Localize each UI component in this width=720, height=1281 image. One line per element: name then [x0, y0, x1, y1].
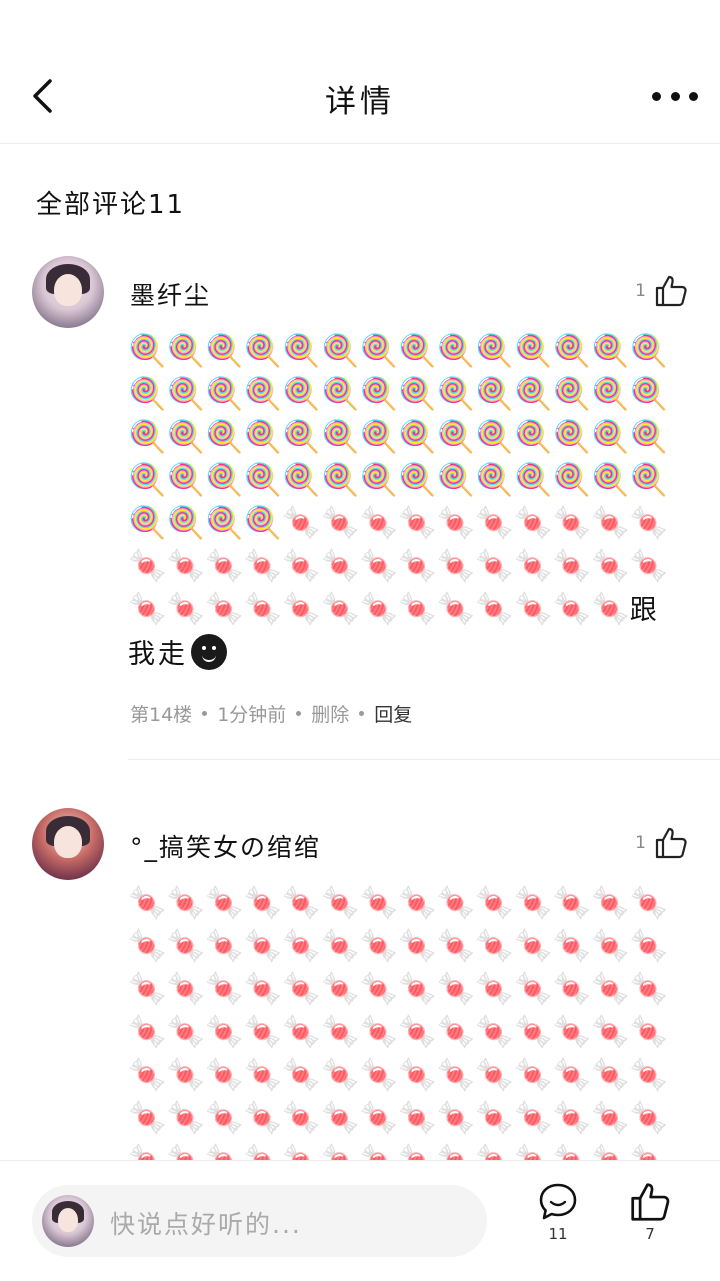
avatar — [42, 1195, 94, 1247]
comment-username[interactable]: 墨纤尘 — [130, 276, 211, 312]
thumbs-up-icon — [655, 275, 687, 307]
separator-dot — [202, 711, 208, 716]
more-dot-icon — [652, 91, 661, 101]
comments-button[interactable]: 11 — [528, 1181, 588, 1243]
floor-number: 第14楼 — [130, 704, 193, 726]
comment-content: 🍬🍬🍬🍬🍬🍬🍬🍬🍬🍬🍬🍬🍬🍬🍬🍬🍬🍬🍬🍬🍬🍬🍬🍬🍬🍬🍬🍬🍬🍬🍬🍬🍬🍬🍬🍬🍬🍬🍬🍬… — [128, 882, 688, 1160]
separator-dot — [296, 711, 302, 716]
like-button[interactable]: 7 — [620, 1181, 680, 1243]
thumbs-up-icon — [655, 827, 687, 859]
reply-button[interactable]: 回复 — [374, 700, 412, 727]
delete-button[interactable]: 删除 — [311, 700, 349, 727]
candy-emoji-run: 🍬🍬🍬🍬🍬🍬🍬🍬🍬🍬🍬🍬🍬🍬🍬🍬🍬🍬🍬🍬🍬🍬🍬🍬🍬🍬🍬🍬🍬🍬🍬🍬🍬🍬🍬🍬🍬🍬🍬🍬… — [128, 885, 669, 1160]
bottom-comment-bar: 快说点好听的... 11 7 — [0, 1160, 720, 1281]
comment-username[interactable]: °_搞笑女の绾绾 — [130, 828, 321, 864]
thumbs-up-icon — [631, 1183, 670, 1221]
comment-count: 11 — [548, 1225, 568, 1243]
more-dot-icon — [670, 91, 680, 101]
comment-content: 🍭🍭🍭🍭🍭🍭🍭🍭🍭🍭🍭🍭🍭🍭🍭🍭🍭🍭🍭🍭🍭🍭🍭🍭🍭🍭🍭🍭🍭🍭🍭🍭🍭🍭🍭🍭🍭🍭🍭🍭… — [128, 330, 688, 674]
smiley-face-icon — [191, 634, 227, 670]
avatar[interactable] — [32, 256, 104, 328]
page-title: 详情 — [325, 84, 395, 120]
divider — [128, 759, 720, 760]
comment-like-button[interactable]: 1 — [635, 274, 688, 308]
top-nav-bar: 详情 — [0, 0, 720, 144]
comment-like-count: 1 — [635, 833, 646, 853]
comment-input[interactable]: 快说点好听的... — [32, 1185, 487, 1257]
like-count: 7 — [645, 1225, 655, 1243]
comment-time: 1分钟前 — [217, 704, 287, 726]
comment-like-count: 1 — [635, 281, 646, 301]
comment-like-button[interactable]: 1 — [635, 826, 688, 860]
comment-bubble-icon — [539, 1183, 577, 1220]
all-comments-title: 全部评论11 — [36, 190, 186, 220]
more-dot-icon — [689, 91, 698, 101]
comment-meta: 第14楼 1分钟前 删除 回复 — [130, 700, 412, 727]
separator-dot — [359, 711, 365, 716]
comment-input-placeholder: 快说点好听的... — [110, 1210, 302, 1239]
more-options-button[interactable] — [652, 82, 698, 110]
avatar[interactable] — [32, 808, 104, 880]
